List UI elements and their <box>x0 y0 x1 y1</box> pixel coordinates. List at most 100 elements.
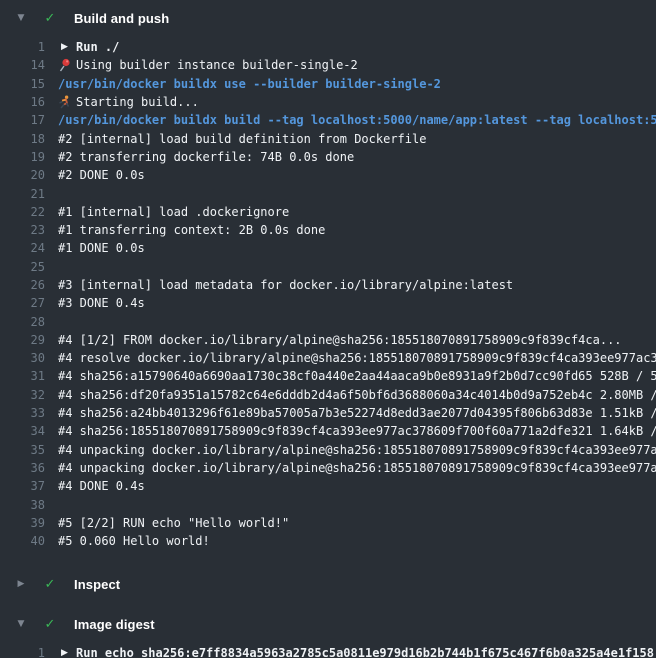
line-content: #4 sha256:df20fa9351a15782c64e6dddb2d4a6… <box>45 388 656 402</box>
line-number[interactable]: 40 <box>0 534 45 548</box>
log-line: 23 #1 transferring context: 2B 0.0s done <box>0 221 656 239</box>
line-text: Using builder instance builder-single-2 <box>76 58 358 72</box>
line-content: #4 unpacking docker.io/library/alpine@sh… <box>45 443 656 457</box>
line-number[interactable]: 29 <box>0 333 45 347</box>
log-line: 35 #4 unpacking docker.io/library/alpine@… <box>0 441 656 459</box>
line-text: #3 [internal] load metadata for docker.i… <box>58 278 513 292</box>
log-line: 36 #4 unpacking docker.io/library/alpine@… <box>0 459 656 477</box>
check-icon: ✓ <box>42 577 58 592</box>
section-log-build-and-push: 1▶Run ./14Using builder instance builder… <box>0 38 656 550</box>
log-line: 27 #3 DONE 0.4s <box>0 294 656 312</box>
line-text: #4 sha256:df20fa9351a15782c64e6dddb2d4a6… <box>58 388 656 402</box>
line-number[interactable]: 18 <box>0 132 45 146</box>
line-content: #1 transferring context: 2B 0.0s done <box>45 223 656 237</box>
line-number[interactable]: 36 <box>0 461 45 475</box>
log-line: 18 #2 [internal] load build definition fr… <box>0 129 656 147</box>
line-number[interactable]: 17 <box>0 113 45 127</box>
line-number[interactable]: 1 <box>0 40 45 54</box>
line-number[interactable]: 14 <box>0 58 45 72</box>
log-line: 34 #4 sha256:185518070891758909c9f839cf4c… <box>0 422 656 440</box>
line-number[interactable]: 19 <box>0 150 45 164</box>
log-line: 1▶Run echo sha256:e7ff8834a5963a2785c5a0… <box>0 644 656 658</box>
line-number[interactable]: 1 <box>0 646 45 658</box>
line-content: #4 [1/2] FROM docker.io/library/alpine@s… <box>45 333 656 347</box>
line-content: Using builder instance builder-single-2 <box>45 58 656 72</box>
line-content: #4 sha256:185518070891758909c9f839cf4ca3… <box>45 424 656 438</box>
line-text: #5 [2/2] RUN echo "Hello world!" <box>58 516 289 530</box>
line-content: #4 sha256:a15790640a6690aa1730c38cf0a440… <box>45 369 656 383</box>
line-content: #1 [internal] load .dockerignore <box>45 205 656 219</box>
line-number[interactable]: 26 <box>0 278 45 292</box>
line-text: #1 transferring context: 2B 0.0s done <box>58 223 325 237</box>
section-log-image-digest: 1▶Run echo sha256:e7ff8834a5963a2785c5a0… <box>0 644 656 658</box>
chevron-down-icon[interactable]: ▼ <box>14 13 28 23</box>
line-text: /usr/bin/docker buildx build --tag local… <box>58 113 656 127</box>
log-line: 19 #2 transferring dockerfile: 74B 0.0s d… <box>0 148 656 166</box>
section-build-and-push: ▼✓Build and push1▶Run ./14Using builder … <box>0 10 656 550</box>
line-number[interactable]: 20 <box>0 168 45 182</box>
line-text: #4 unpacking docker.io/library/alpine@sh… <box>58 443 656 457</box>
log-line: 17/usr/bin/docker buildx build --tag loc… <box>0 111 656 129</box>
line-text: #2 DONE 0.0s <box>58 168 145 182</box>
section-header-inspect[interactable]: ▶ ✓ Inspect <box>14 576 656 592</box>
line-number[interactable]: 15 <box>0 77 45 91</box>
line-text: #2 transferring dockerfile: 74B 0.0s don… <box>58 150 354 164</box>
section-header-build-and-push[interactable]: ▼✓Build and push <box>14 10 656 26</box>
runner-icon <box>58 95 71 109</box>
line-number[interactable]: 39 <box>0 516 45 530</box>
line-content: #5 [2/2] RUN echo "Hello world!" <box>45 516 656 530</box>
line-number[interactable]: 16 <box>0 95 45 109</box>
log-line: 22#1 [internal] load .dockerignore <box>0 203 656 221</box>
section-header-image-digest[interactable]: ▼✓Image digest <box>14 616 656 632</box>
line-number[interactable]: 27 <box>0 296 45 310</box>
log-line: 30#4 resolve docker.io/library/alpine@sh… <box>0 349 656 367</box>
line-number[interactable]: 28 <box>0 315 45 329</box>
line-content: ▶Run ./ <box>45 40 656 54</box>
line-text: #3 DONE 0.4s <box>58 296 145 310</box>
log-line: 32 #4 sha256:df20fa9351a15782c64e6dddb2d4… <box>0 386 656 404</box>
line-number[interactable]: 33 <box>0 406 45 420</box>
line-number[interactable]: 34 <box>0 424 45 438</box>
log-line: 25 <box>0 258 656 276</box>
line-text: #4 sha256:185518070891758909c9f839cf4ca3… <box>58 424 656 438</box>
log-line: 24 #1 DONE 0.0s <box>0 239 656 257</box>
line-number[interactable]: 35 <box>0 443 45 457</box>
line-text: #4 [1/2] FROM docker.io/library/alpine@s… <box>58 333 622 347</box>
play-icon[interactable]: ▶ <box>58 40 71 54</box>
log-line: 1▶Run ./ <box>0 38 656 56</box>
log-line: 40#5 0.060 Hello world! <box>0 532 656 550</box>
line-number[interactable]: 21 <box>0 187 45 201</box>
line-content: #4 sha256:a24bb4013296f61e89ba57005a7b3e… <box>45 406 656 420</box>
pushpin-icon <box>58 58 71 72</box>
log-line: 16Starting build... <box>0 93 656 111</box>
line-content: #5 0.060 Hello world! <box>45 534 656 548</box>
line-content: #2 DONE 0.0s <box>45 168 656 182</box>
section-title: Inspect <box>74 577 120 592</box>
log-line: 37 #4 DONE 0.4s <box>0 477 656 495</box>
line-text: #4 unpacking docker.io/library/alpine@sh… <box>58 461 656 475</box>
line-text: #2 [internal] load build definition from… <box>58 132 426 146</box>
line-number[interactable]: 30 <box>0 351 45 365</box>
chevron-down-icon[interactable]: ▼ <box>14 619 28 629</box>
line-number[interactable]: 25 <box>0 260 45 274</box>
line-number[interactable]: 22 <box>0 205 45 219</box>
line-content: #3 [internal] load metadata for docker.i… <box>45 278 656 292</box>
log-line: 39 #5 [2/2] RUN echo "Hello world!" <box>0 514 656 532</box>
line-number[interactable]: 37 <box>0 479 45 493</box>
line-number[interactable]: 31 <box>0 369 45 383</box>
line-number[interactable]: 24 <box>0 241 45 255</box>
line-number[interactable]: 32 <box>0 388 45 402</box>
log-line: 26 #3 [internal] load metadata for docker… <box>0 276 656 294</box>
section-gap <box>0 592 656 616</box>
section-image-digest: ▼✓Image digest1▶Run echo sha256:e7ff8834… <box>0 616 656 658</box>
check-icon: ✓ <box>42 11 58 26</box>
log-line: 21 <box>0 184 656 202</box>
line-number[interactable]: 23 <box>0 223 45 237</box>
chevron-right-icon[interactable]: ▶ <box>14 579 28 589</box>
log-line: 38 <box>0 495 656 513</box>
line-number[interactable]: 38 <box>0 498 45 512</box>
line-text: #4 DONE 0.4s <box>58 479 145 493</box>
play-icon[interactable]: ▶ <box>58 646 71 658</box>
section-gap <box>0 560 656 576</box>
line-text: #1 DONE 0.0s <box>58 241 145 255</box>
